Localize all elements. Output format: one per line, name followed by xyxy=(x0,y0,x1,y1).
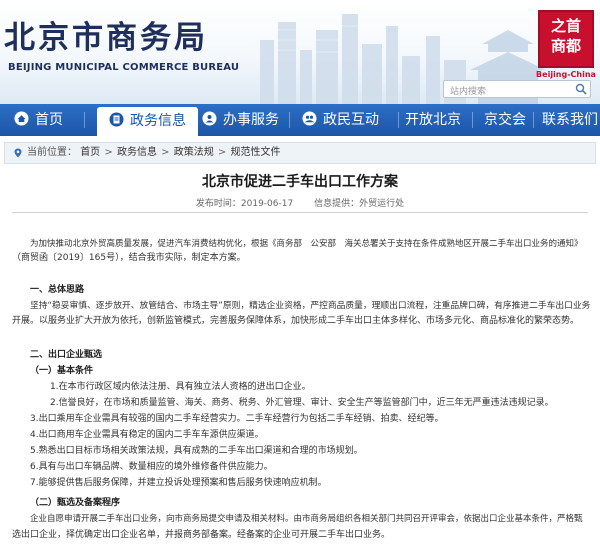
document-icon xyxy=(109,112,124,127)
body-paragraph: 企业自愿申请开展二手车出口业务，向市商务局提交申请及相关材料。由市商务局组织各相… xyxy=(30,514,583,524)
body-paragraph: （商贸函〔2019〕165号），结合我市实际，制定本方案。 xyxy=(12,253,246,263)
location-icon xyxy=(14,148,22,158)
seal-text-top: 之首 xyxy=(550,17,581,35)
search-icon[interactable] xyxy=(575,83,587,95)
seal-text-bottom: 商都 xyxy=(550,37,581,55)
site-logo-chinese[interactable]: 北京市商务局 xyxy=(4,12,208,57)
breadcrumb-prefix: 当前位置： xyxy=(27,147,77,158)
title-divider xyxy=(12,212,588,213)
nav-item-home[interactable]: 首页 xyxy=(14,104,63,136)
nav-divider xyxy=(472,112,473,128)
section-heading: 二、出口企业甄选 xyxy=(30,350,103,360)
nav-item-services[interactable]: 办事服务 xyxy=(202,104,279,136)
body-paragraph: 开展。以服务业扩大开放为依托，创新监管模式，完善服务保障体系，加快形成二手车出口… xyxy=(12,316,580,326)
nav-item-government-info[interactable]: 政务信息 xyxy=(97,107,198,136)
breadcrumb-separator: > xyxy=(217,147,227,158)
site-logo-english: BEIJING MUNICIPAL COMMERCE BUREAU xyxy=(8,62,240,73)
nav-item-label: 政务信息 xyxy=(130,113,186,129)
nav-item-ciftis[interactable]: 京交会 xyxy=(484,104,526,136)
site-header: 北京市商务局 BEIJING MUNICIPAL COMMERCE BUREAU… xyxy=(0,0,600,104)
nav-item-label: 政民互动 xyxy=(323,112,379,128)
beijing-seal-logo: 之首 商都 xyxy=(538,10,594,68)
main-navigation: 首页 政务信息 办事服务 政民互动 开放北京 京交会 联系我们 xyxy=(0,104,600,136)
list-item: 5.熟悉出口目标市场相关政策法规，具有成熟的二手车出口渠道和合理的市场规划。 xyxy=(30,446,363,456)
breadcrumb-normative-documents[interactable]: 规范性文件 xyxy=(230,147,280,158)
article-title: 北京市促进二手车出口工作方案 xyxy=(202,174,398,190)
info-source: 信息提供：外贸运行处 xyxy=(314,199,405,209)
nav-item-label: 开放北京 xyxy=(405,112,461,128)
list-item: 7.能够提供售后服务保障，并建立投诉处理预案和售后服务快速响应机制。 xyxy=(30,478,327,488)
list-item: 6.具有与出口车辆品牌、数量相应的境外维修备件供应能力。 xyxy=(30,462,273,472)
breadcrumb-government-info[interactable]: 政务信息 xyxy=(117,147,157,158)
nav-divider xyxy=(398,112,399,128)
nav-item-label: 联系我们 xyxy=(542,112,598,128)
list-item: 3.出口乘用车企业需具有较强的国内二手车经营实力。二手车经营行为包括二手车经销、… xyxy=(30,414,444,424)
list-item: 1.在本市行政区域内依法注册、具有独立法人资格的进出口企业。 xyxy=(50,382,311,392)
nav-divider xyxy=(84,112,85,128)
nav-item-contact-us[interactable]: 联系我们 xyxy=(542,104,598,136)
article-meta: 发布时间：2019-06-17 信息提供：外贸运行处 xyxy=(0,196,600,209)
subsection-heading: （一）基本条件 xyxy=(30,366,94,376)
body-paragraph: 坚持“稳妥审慎、逐步放开、放管结合、市场主导”原则，精选企业资格，严控商品质量，… xyxy=(30,301,591,311)
nav-divider xyxy=(289,112,290,128)
home-icon xyxy=(14,111,29,126)
nav-item-public-interaction[interactable]: 政民互动 xyxy=(302,104,379,136)
section-heading: 一、总体思路 xyxy=(30,285,85,295)
seal-caption: Beijing-China xyxy=(536,70,596,79)
service-icon xyxy=(202,111,217,126)
list-item: 2.信誉良好，在市场和质量监管、海关、商务、税务、外汇管理、审计、安全生产等监管… xyxy=(50,398,554,408)
breadcrumb: 当前位置： 首页 > 政务信息 > 政策法规 > 规范性文件 xyxy=(4,142,596,164)
subsection-heading: （二）甄选及备案程序 xyxy=(30,498,121,508)
breadcrumb-separator: > xyxy=(161,147,170,158)
breadcrumb-policies[interactable]: 政策法规 xyxy=(174,147,214,158)
body-paragraph: 为加快推动北京外贸高质量发展，促进汽车消费结构优化，根据《商务部 公安部 海关总… xyxy=(30,239,583,249)
site-search-input[interactable]: 站内搜索 xyxy=(443,80,591,98)
list-item: 4.出口商用车企业需具有稳定的国内二手车车源供应渠道。 xyxy=(30,430,264,440)
breadcrumb-home[interactable]: 首页 xyxy=(80,147,100,158)
interaction-icon xyxy=(302,111,317,126)
nav-item-open-beijing[interactable]: 开放北京 xyxy=(405,104,461,136)
nav-item-label: 京交会 xyxy=(484,112,526,128)
publish-date: 发布时间：2019-06-17 xyxy=(195,199,294,209)
nav-item-label: 首页 xyxy=(35,112,63,128)
nav-divider xyxy=(533,112,534,128)
nav-item-label: 办事服务 xyxy=(223,112,279,128)
body-paragraph: 选出口企业，择优确定出口企业名单，并报商务部备案。经备案的企业可开展二手车出口业… xyxy=(12,530,391,540)
breadcrumb-separator: > xyxy=(104,147,113,158)
